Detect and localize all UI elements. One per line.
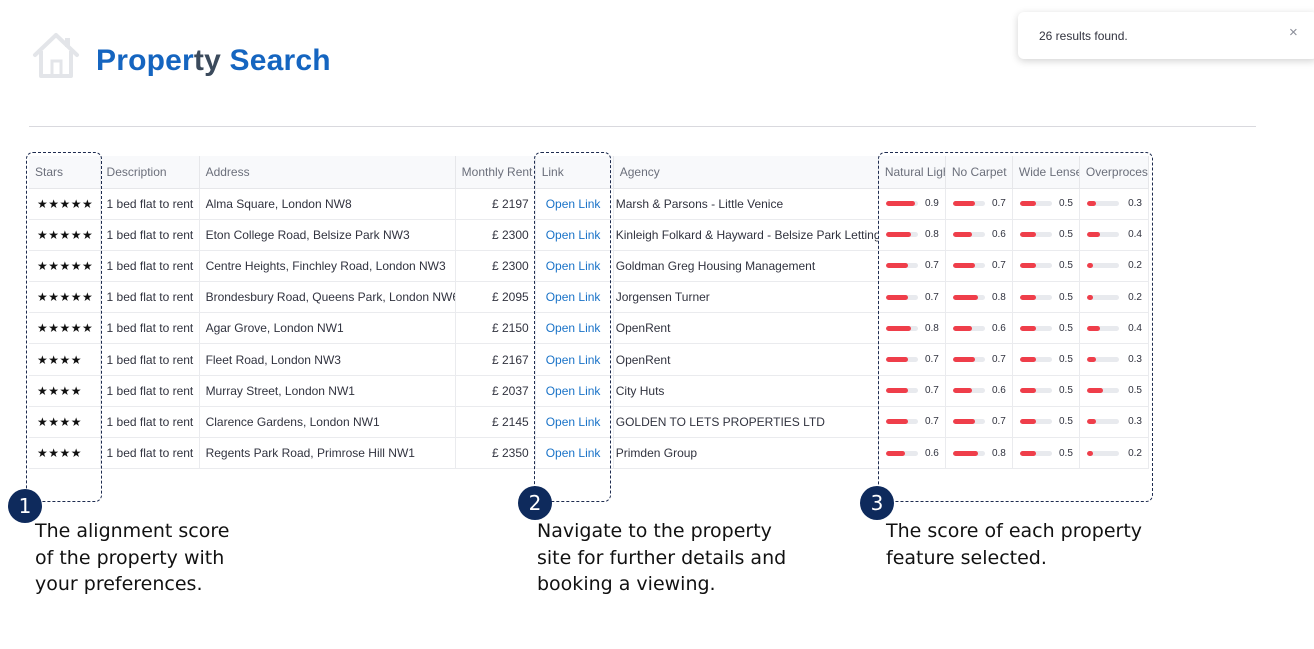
agency-cell: Jorgensen Turner [613, 281, 879, 314]
rent-cell: £ 2095 [455, 281, 536, 314]
rent-cell: £ 2037 [455, 375, 536, 407]
description-cell: 1 bed flat to rent [100, 437, 200, 470]
column-header-description[interactable]: Description [100, 156, 200, 189]
rent-cell: £ 2350 [455, 437, 536, 470]
annotation-badge-2: 2 [518, 486, 552, 520]
toast-message: 26 results found. [1039, 29, 1128, 43]
address-cell: Regents Park Road, Primrose Hill NW1 [199, 437, 456, 470]
annotation-box-link [534, 152, 611, 502]
rent-cell: £ 2145 [455, 406, 536, 439]
annotation-text-1: The alignment score of the property with… [35, 520, 230, 595]
address-cell: Brondesbury Road, Queens Park, London NW… [199, 281, 456, 314]
rent-cell: £ 2300 [455, 250, 536, 283]
address-cell: Eton College Road, Belsize Park NW3 [199, 219, 456, 251]
column-header-agency[interactable]: Agency [613, 156, 879, 189]
address-cell: Clarence Gardens, London NW1 [199, 406, 456, 439]
agency-cell: GOLDEN TO LETS PROPERTIES LTD [613, 406, 879, 439]
description-cell: 1 bed flat to rent [100, 312, 200, 345]
description-cell: 1 bed flat to rent [100, 375, 200, 407]
annotation-text-3: The score of each property feature selec… [886, 520, 1143, 569]
agency-cell: OpenRent [613, 343, 879, 376]
description-cell: 1 bed flat to rent [100, 250, 200, 283]
address-cell: Fleet Road, London NW3 [199, 343, 456, 376]
results-toast: 26 results found. × [1018, 12, 1314, 59]
annotation-badge-3: 3 [860, 486, 894, 520]
page-title: Property Search [96, 44, 331, 77]
description-cell: 1 bed flat to rent [100, 188, 200, 220]
rent-cell: £ 2300 [455, 219, 536, 251]
address-cell: Centre Heights, Finchley Road, London NW… [199, 250, 456, 283]
column-header-rent[interactable]: Monthly Rent [455, 156, 536, 189]
agency-cell: Goldman Greg Housing Management [613, 250, 879, 283]
agency-cell: Kinleigh Folkard & Hayward - Belsize Par… [613, 219, 879, 251]
description-cell: 1 bed flat to rent [100, 343, 200, 376]
address-cell: Alma Square, London NW8 [199, 188, 456, 220]
close-icon[interactable]: × [1289, 25, 1298, 40]
rent-cell: £ 2197 [455, 188, 536, 220]
agency-cell: Primden Group [613, 437, 879, 470]
agency-cell: Marsh & Parsons - Little Venice [613, 188, 879, 220]
annotation-box-stars [26, 152, 102, 502]
annotation-box-features [878, 152, 1153, 502]
rent-cell: £ 2167 [455, 343, 536, 376]
description-cell: 1 bed flat to rent [100, 219, 200, 251]
annotation-text-2: Navigate to the property site for furthe… [537, 520, 787, 595]
description-cell: 1 bed flat to rent [100, 406, 200, 439]
description-cell: 1 bed flat to rent [100, 281, 200, 314]
header-divider [29, 126, 1256, 127]
agency-cell: OpenRent [613, 312, 879, 345]
agency-cell: City Huts [613, 375, 879, 407]
rent-cell: £ 2150 [455, 312, 536, 345]
address-cell: Agar Grove, London NW1 [199, 312, 456, 345]
home-icon [33, 33, 79, 78]
address-cell: Murray Street, London NW1 [199, 375, 456, 407]
column-header-address[interactable]: Address [199, 156, 456, 189]
